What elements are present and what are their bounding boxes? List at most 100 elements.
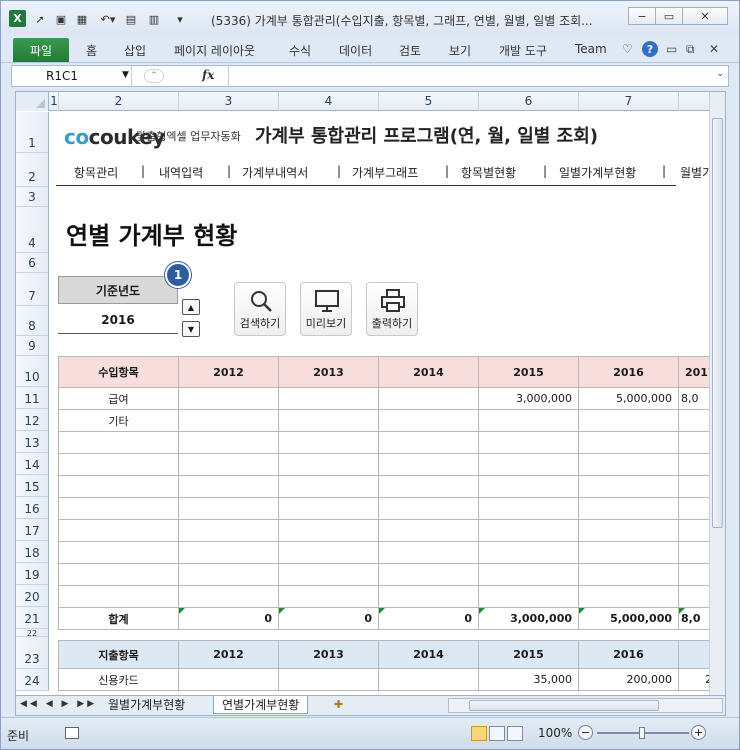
- value-cell[interactable]: [378, 453, 479, 476]
- value-cell[interactable]: [378, 519, 479, 542]
- value-cell[interactable]: [478, 497, 579, 520]
- row-header[interactable]: 10: [16, 356, 49, 387]
- item-cell[interactable]: [58, 497, 179, 520]
- total-cell[interactable]: 0: [378, 607, 479, 630]
- nav-item-daily[interactable]: 일별가계부현황: [559, 164, 636, 181]
- item-cell[interactable]: [58, 431, 179, 454]
- zoom-in-icon[interactable]: +: [691, 725, 706, 740]
- total-cell[interactable]: 0: [278, 607, 379, 630]
- name-box[interactable]: R1C1: [12, 66, 132, 86]
- value-cell[interactable]: [478, 409, 579, 432]
- image-icon[interactable]: ▦: [74, 10, 90, 28]
- item-cell[interactable]: [58, 453, 179, 476]
- value-cell[interactable]: [178, 409, 279, 432]
- value-cell[interactable]: [178, 387, 279, 410]
- value-cell[interactable]: 35,000: [478, 668, 579, 691]
- macro-record-icon[interactable]: [65, 727, 79, 739]
- nav-item-input[interactable]: 내역입력: [159, 164, 203, 181]
- value-cell[interactable]: [478, 563, 579, 586]
- insert-sheet-icon[interactable]: ✚: [334, 698, 343, 711]
- close-workbook-icon[interactable]: ✕: [709, 42, 719, 56]
- header-cell[interactable]: 2016: [578, 640, 679, 669]
- header-cell[interactable]: 2014: [378, 640, 479, 669]
- value-cell[interactable]: [378, 409, 479, 432]
- item-cell[interactable]: [58, 519, 179, 542]
- value-cell[interactable]: [578, 585, 679, 608]
- value-cell[interactable]: [478, 519, 579, 542]
- value-cell[interactable]: [378, 431, 479, 454]
- row-header[interactable]: 15: [16, 475, 49, 497]
- formula-expand-icon[interactable]: ⌃: [144, 69, 164, 83]
- worksheet[interactable]: 1 2 3 4 5 6 7 1 2 3 4 6 7 8 9 10 11 12 1…: [15, 91, 726, 696]
- row-header[interactable]: 23: [16, 637, 49, 669]
- vertical-scroll-thumb[interactable]: [712, 118, 723, 528]
- header-cell[interactable]: 2015: [478, 640, 579, 669]
- minimize-workbook-icon[interactable]: ▭: [666, 42, 677, 56]
- header-cell[interactable]: 지출항목: [58, 640, 179, 669]
- tab-view[interactable]: 보기: [449, 42, 471, 59]
- header-cell[interactable]: 2012: [178, 356, 279, 388]
- header-cell[interactable]: 2016: [578, 356, 679, 388]
- value-cell[interactable]: [478, 541, 579, 564]
- search-button[interactable]: 검색하기: [234, 282, 286, 336]
- row-header[interactable]: 7: [16, 273, 49, 306]
- pointer-icon[interactable]: ➚: [33, 10, 47, 28]
- header-cell[interactable]: 2012: [178, 640, 279, 669]
- column-header[interactable]: 5: [379, 92, 479, 111]
- value-cell[interactable]: [278, 541, 379, 564]
- select-all-corner[interactable]: [16, 92, 49, 111]
- preview-button[interactable]: 미리보기: [300, 282, 352, 336]
- undo-icon[interactable]: ↶▾: [97, 10, 119, 28]
- total-cell[interactable]: 5,000,000: [578, 607, 679, 630]
- value-cell[interactable]: [178, 497, 279, 520]
- column-header[interactable]: 7: [579, 92, 679, 111]
- base-year-value[interactable]: 2016: [58, 306, 178, 334]
- header-cell[interactable]: 2015: [478, 356, 579, 388]
- value-cell[interactable]: [178, 668, 279, 691]
- value-cell[interactable]: [278, 563, 379, 586]
- help-icon[interactable]: ?: [642, 41, 658, 57]
- row-header[interactable]: 11: [16, 387, 49, 409]
- value-cell[interactable]: [578, 563, 679, 586]
- sheet-tab-monthly[interactable]: 월별가계부현황: [100, 696, 193, 714]
- collapse-ribbon-icon[interactable]: ♡: [622, 42, 633, 56]
- value-cell[interactable]: [578, 453, 679, 476]
- row-header[interactable]: 24: [16, 669, 49, 691]
- item-cell[interactable]: 신용카드: [58, 668, 179, 691]
- value-cell[interactable]: [478, 585, 579, 608]
- value-cell[interactable]: [178, 541, 279, 564]
- item-cell[interactable]: [58, 541, 179, 564]
- value-cell[interactable]: [178, 453, 279, 476]
- header-cell[interactable]: 수입항목: [58, 356, 179, 388]
- nav-item-by-item[interactable]: 항목별현황: [461, 164, 516, 181]
- value-cell[interactable]: [478, 431, 579, 454]
- value-cell[interactable]: 200,000: [578, 668, 679, 691]
- value-cell[interactable]: [278, 475, 379, 498]
- total-label-cell[interactable]: 합계: [58, 607, 179, 630]
- value-cell[interactable]: 3,000,000: [478, 387, 579, 410]
- value-cell[interactable]: [578, 519, 679, 542]
- column-header[interactable]: 2: [59, 92, 179, 111]
- sheet-tab-yearly[interactable]: 연별가계부현황: [213, 696, 309, 714]
- value-cell[interactable]: [478, 453, 579, 476]
- total-cell[interactable]: 3,000,000: [478, 607, 579, 630]
- horizontal-scroll-thumb[interactable]: [469, 700, 659, 711]
- tab-team[interactable]: Team: [575, 42, 607, 56]
- copy-icon[interactable]: ▣: [53, 10, 69, 28]
- row-header[interactable]: 4: [16, 207, 49, 253]
- value-cell[interactable]: [578, 497, 679, 520]
- row-header[interactable]: 9: [16, 336, 49, 356]
- total-cell[interactable]: 0: [178, 607, 279, 630]
- row-header[interactable]: 21: [16, 607, 49, 629]
- year-up-button[interactable]: ▲: [182, 299, 200, 315]
- name-box-dropdown-icon[interactable]: ▼: [122, 70, 129, 80]
- value-cell[interactable]: [378, 563, 479, 586]
- item-cell[interactable]: 기타: [58, 409, 179, 432]
- year-down-button[interactable]: ▼: [182, 321, 200, 337]
- row-header[interactable]: 14: [16, 453, 49, 475]
- row-header[interactable]: 12: [16, 409, 49, 431]
- value-cell[interactable]: [378, 497, 479, 520]
- value-cell[interactable]: [178, 585, 279, 608]
- value-cell[interactable]: [578, 475, 679, 498]
- table-icon[interactable]: ▤: [123, 10, 139, 28]
